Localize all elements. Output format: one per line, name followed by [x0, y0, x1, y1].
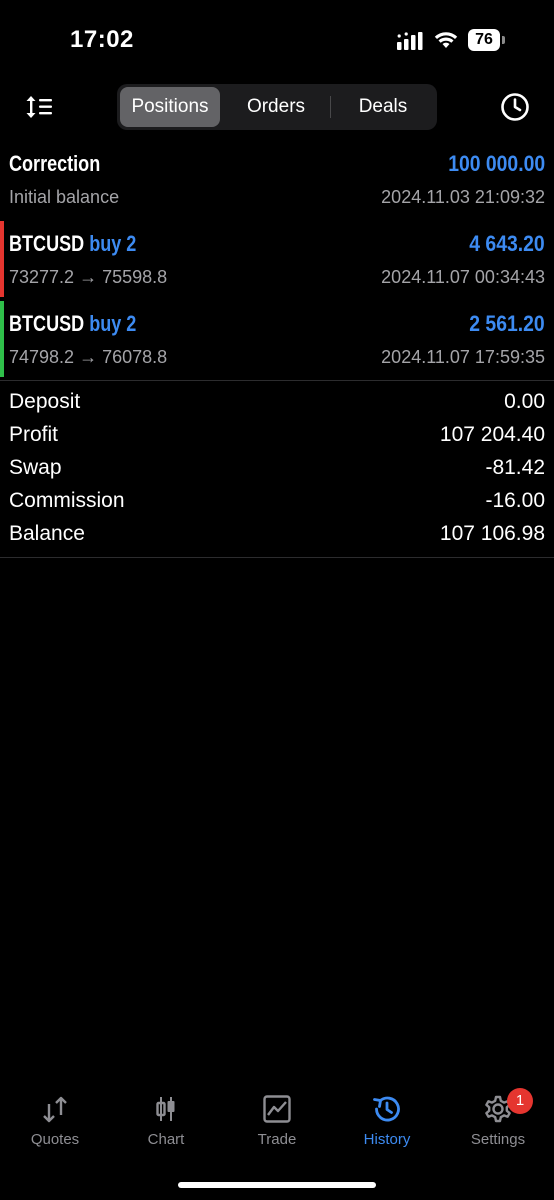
summary-swap: Swap -81.42 [0, 452, 554, 485]
home-indicator [178, 1182, 376, 1188]
signal-icon [397, 32, 423, 50]
history-toolbar: Positions Orders Deals [0, 84, 554, 130]
status-bar: 17:02 76 [0, 0, 554, 80]
summary-deposit: Deposit 0.00 [0, 386, 554, 419]
tab-quotes[interactable]: Quotes [0, 1084, 110, 1154]
tab-label: Quotes [30, 1131, 80, 1148]
row-detail: 74798.2 → 76078.8 [9, 347, 168, 367]
row-symbol: BTCUSD [9, 311, 85, 336]
summary-balance: Balance 107 106.98 [0, 518, 554, 551]
tab-deals[interactable]: Deals [331, 87, 435, 127]
loss-indicator-bar [0, 221, 4, 297]
row-title: Correction [9, 151, 100, 177]
tab-positions[interactable]: Positions [120, 87, 220, 127]
row-symbol: BTCUSD [9, 231, 85, 256]
quotes-icon [43, 1096, 67, 1123]
tab-label: Settings [470, 1131, 526, 1148]
history-row-position[interactable]: BTCUSD buy 2 2 561.20 74798.2 → 76078.8 … [0, 299, 554, 379]
row-symbol: Correction [9, 151, 101, 176]
tab-trade[interactable]: Trade [222, 1084, 332, 1154]
tab-chart[interactable]: Chart [111, 1084, 221, 1154]
row-time: 2024.11.07 00:34:43 [381, 267, 545, 287]
tab-history[interactable]: History [332, 1084, 442, 1154]
row-title: BTCUSD buy 2 [9, 231, 136, 257]
row-type: buy 2 [89, 231, 137, 256]
summary-label: Swap [9, 456, 62, 479]
view-segmented-control: Positions Orders Deals [117, 84, 437, 130]
tab-label: History [363, 1131, 411, 1148]
row-type: buy 2 [89, 311, 137, 336]
row-amount: 4 643.20 [469, 231, 545, 256]
profit-indicator-bar [0, 301, 4, 377]
summary-value: -81.42 [485, 456, 545, 479]
summary-value: 107 106.98 [439, 522, 545, 545]
notification-badge: 1 [507, 1088, 533, 1114]
wifi-icon [434, 32, 458, 48]
history-row-position[interactable]: BTCUSD buy 2 4 643.20 73277.2 → 75598.8 … [0, 219, 554, 299]
sort-icon[interactable] [25, 94, 53, 120]
summary-label: Deposit [9, 390, 81, 413]
status-time: 17:02 [70, 26, 134, 53]
battery-level: 76 [468, 29, 500, 51]
row-amount: 2 561.20 [469, 311, 545, 336]
tab-label: Chart [147, 1131, 185, 1148]
summary-profit: Profit 107 204.40 [0, 419, 554, 452]
row-detail: Initial balance [9, 187, 120, 207]
history-row-correction[interactable]: Correction 100 000.00 Initial balance 20… [0, 139, 554, 219]
summary-label: Commission [9, 489, 125, 512]
row-amount: 100 000.00 [448, 151, 545, 176]
tab-orders[interactable]: Orders [223, 87, 329, 127]
row-detail: 73277.2 → 75598.8 [9, 267, 168, 287]
clock-icon[interactable] [500, 92, 530, 122]
row-title: BTCUSD buy 2 [9, 311, 136, 337]
history-icon [373, 1096, 400, 1122]
summary-value: 107 204.40 [439, 423, 545, 446]
battery-icon: 76 [468, 29, 505, 51]
chart-icon [156, 1097, 175, 1121]
row-time: 2024.11.03 21:09:32 [381, 187, 545, 207]
tab-settings[interactable]: Settings 1 [443, 1084, 553, 1154]
summary-value: -16.00 [485, 489, 545, 512]
summary-label: Balance [9, 522, 85, 545]
history-summary: Deposit 0.00 Profit 107 204.40 Swap -81.… [0, 380, 554, 558]
summary-label: Profit [9, 423, 59, 446]
row-time: 2024.11.07 17:59:35 [381, 347, 545, 367]
tab-label: Trade [257, 1131, 297, 1148]
trade-icon [263, 1095, 291, 1123]
summary-value: 0.00 [504, 390, 545, 413]
summary-commission: Commission -16.00 [0, 485, 554, 518]
